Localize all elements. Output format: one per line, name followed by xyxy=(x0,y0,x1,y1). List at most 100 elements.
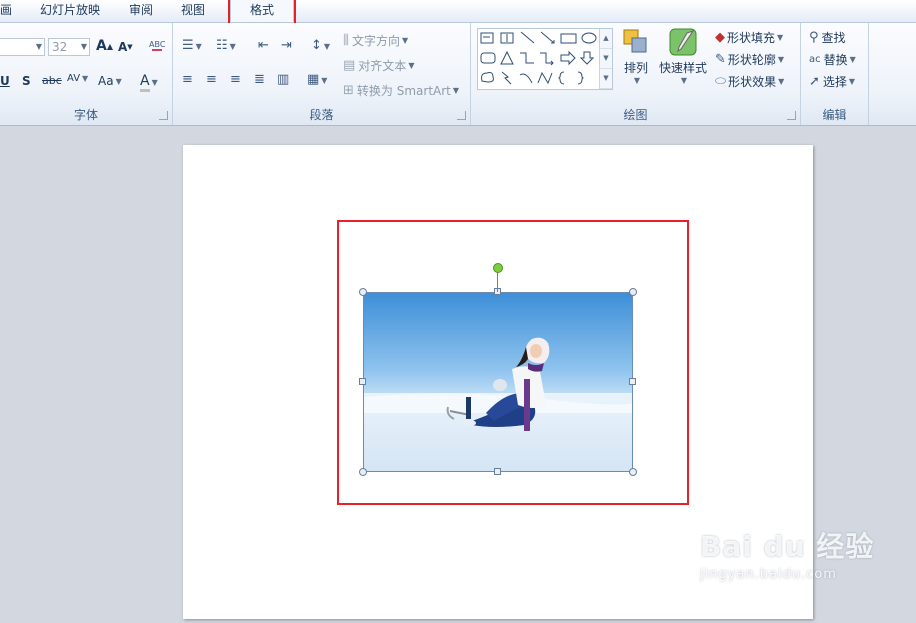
shadow-button[interactable]: S xyxy=(22,74,31,88)
paint-bucket-icon: ◆ xyxy=(715,29,725,45)
font-group-label: 字体 xyxy=(73,108,98,122)
shrink-font-button[interactable]: A ▼ xyxy=(118,40,133,54)
watermark-brand: Bai du 经验 xyxy=(700,530,875,563)
quick-styles-button[interactable]: 快速样式 ▼ xyxy=(659,27,707,85)
pen-icon: ✎ xyxy=(715,51,726,67)
gallery-more-icon[interactable]: ▼ xyxy=(600,69,612,89)
resize-handle-right[interactable] xyxy=(629,378,636,385)
quick-styles-icon xyxy=(669,28,697,56)
shape-effects-button[interactable]: ⬭ 形状效果 ▼ xyxy=(715,73,784,90)
decrease-indent-icon: ⇤ xyxy=(258,38,269,53)
char-spacing-label: AV xyxy=(67,73,81,84)
replace-label: 替换 xyxy=(823,53,848,67)
convert-smartart-label: 转换为 SmartArt xyxy=(356,84,451,98)
font-color-button[interactable]: A ▼ xyxy=(140,73,158,92)
paragraph-group: ☰ ▼ ☷ ▼ ⇤ ⇥ ↕ ▼ ⫼ 文字方向 ▼ ▤ 对齐文本 ▼ ⊞ 转换为 SmartArt… xyxy=(173,23,471,125)
decrease-indent-button[interactable]: ⇤ xyxy=(258,39,269,53)
drawing-group-label: 绘图 xyxy=(623,108,648,122)
rotation-handle-stem xyxy=(497,270,498,292)
smartart-icon: ⊞ xyxy=(343,82,354,98)
justify-button[interactable]: ≣ xyxy=(254,73,265,87)
resize-handle-bottom-right[interactable] xyxy=(629,468,637,476)
quick-styles-label: 快速样式 xyxy=(659,61,708,75)
gallery-down-icon[interactable]: ▼ xyxy=(600,49,612,69)
tab-view[interactable]: 视图 xyxy=(181,0,205,22)
columns-button[interactable]: ▦ ▼ xyxy=(307,73,327,87)
numbering-button[interactable]: ☷ ▼ xyxy=(216,39,236,53)
font-dialog-launcher[interactable] xyxy=(159,111,168,120)
char-spacing-button[interactable]: AV ▼ xyxy=(67,73,88,84)
resize-handle-left[interactable] xyxy=(359,378,366,385)
shapes-gallery-scrollbar[interactable]: ▲ ▼ ▼ xyxy=(599,29,612,89)
font-name-combo[interactable]: ▼ xyxy=(0,38,45,56)
editing-group: ⚲ 查找 ac 替换 ▼ ➚ 选择 ▼ 编辑 xyxy=(801,23,869,125)
distributed-icon: ▥ xyxy=(277,72,290,87)
cursor-arrow-icon: ➚ xyxy=(809,73,820,89)
align-text-button[interactable]: ▤ 对齐文本 ▼ xyxy=(343,57,414,74)
line-spacing-button[interactable]: ↕ ▼ xyxy=(311,39,330,53)
find-label: 查找 xyxy=(821,31,846,45)
resize-handle-top-left[interactable] xyxy=(359,288,367,296)
replace-icon: ac xyxy=(809,53,821,65)
arrange-button[interactable]: 排列 ▼ xyxy=(621,27,651,85)
paragraph-group-label: 段落 xyxy=(309,108,334,122)
binoculars-icon: ⚲ xyxy=(809,29,819,45)
increase-indent-icon: ⇥ xyxy=(281,38,292,53)
font-color-label: A xyxy=(140,73,150,92)
font-size-value: 32 xyxy=(52,40,68,54)
drawing-dialog-launcher[interactable] xyxy=(787,111,796,120)
shapes-gallery[interactable]: ▲ ▼ ▼ xyxy=(477,28,613,90)
convert-smartart-button[interactable]: ⊞ 转换为 SmartArt ▼ xyxy=(343,82,459,99)
select-label: 选择 xyxy=(822,75,847,89)
align-center-icon: ≡ xyxy=(206,72,217,87)
shape-outline-button[interactable]: ✎ 形状轮廓 ▼ xyxy=(715,51,784,68)
tab-design-partial[interactable]: 画 xyxy=(0,0,12,22)
change-case-label: Aa xyxy=(98,74,114,88)
rotation-handle[interactable] xyxy=(493,263,503,273)
align-right-button[interactable]: ≡ xyxy=(230,73,241,87)
align-left-icon: ≡ xyxy=(182,72,193,87)
clear-formatting-icon[interactable]: ABC xyxy=(148,38,166,54)
align-text-label: 对齐文本 xyxy=(358,59,407,73)
resize-handle-bottom-left[interactable] xyxy=(359,468,367,476)
arrange-icon xyxy=(623,29,647,53)
tab-review[interactable]: 审阅 xyxy=(129,0,153,22)
shape-fill-label: 形状填充 xyxy=(727,31,776,45)
select-button[interactable]: ➚ 选择 ▼ xyxy=(809,73,855,90)
arrange-label: 排列 xyxy=(623,61,648,75)
shapes-gallery-icons xyxy=(480,31,597,85)
increase-indent-button[interactable]: ⇥ xyxy=(281,39,292,53)
snow-scene-image xyxy=(364,293,632,471)
resize-handle-bottom[interactable] xyxy=(494,468,501,475)
gallery-up-icon[interactable]: ▲ xyxy=(600,29,612,49)
text-direction-icon: ⫼ xyxy=(343,32,349,48)
grow-font-button[interactable]: A ▲ xyxy=(96,38,113,54)
bullets-icon: ☰ xyxy=(182,38,194,53)
align-right-icon: ≡ xyxy=(230,72,241,87)
drawing-group: ▲ ▼ ▼ 排列 ▼ 快速样式 ▼ ◆ 形状填充 ▼ ✎ 形状轮廓 ▼ ⬭ 形状效果 ▼ 绘图 xyxy=(471,23,801,125)
distributed-button[interactable]: ▥ xyxy=(277,73,289,87)
text-direction-button[interactable]: ⫼ 文字方向 ▼ xyxy=(343,32,408,49)
align-text-icon: ▤ xyxy=(343,57,356,73)
underline-button[interactable]: U xyxy=(0,74,10,88)
align-center-button[interactable]: ≡ xyxy=(206,73,217,87)
watermark-url: jingyan.baidu.com xyxy=(700,567,837,582)
align-left-button[interactable]: ≡ xyxy=(182,73,193,87)
paragraph-dialog-launcher[interactable] xyxy=(457,111,466,120)
ribbon-tabs: 画 幻灯片放映 审阅 视图 格式 xyxy=(0,0,916,23)
resize-handle-top-right[interactable] xyxy=(629,288,637,296)
find-button[interactable]: ⚲ 查找 xyxy=(809,29,846,46)
shape-fill-button[interactable]: ◆ 形状填充 ▼ xyxy=(715,29,783,46)
tab-slideshow[interactable]: 幻灯片放映 xyxy=(40,0,100,22)
bullets-button[interactable]: ☰ ▼ xyxy=(182,39,202,53)
baidu-jingyan-watermark: Bai du 经验 jingyan.baidu.com xyxy=(700,525,900,605)
font-size-combo[interactable]: 32 ▼ xyxy=(48,38,90,56)
text-direction-label: 文字方向 xyxy=(351,34,400,48)
svg-text:ABC: ABC xyxy=(149,40,166,49)
strikethrough-button[interactable]: abc xyxy=(42,74,62,87)
change-case-button[interactable]: Aa ▼ xyxy=(98,74,122,88)
justify-icon: ≣ xyxy=(254,72,265,87)
selected-picture[interactable] xyxy=(363,292,633,472)
columns-icon: ▦ xyxy=(307,72,320,87)
replace-button[interactable]: ac 替换 ▼ xyxy=(809,51,856,68)
